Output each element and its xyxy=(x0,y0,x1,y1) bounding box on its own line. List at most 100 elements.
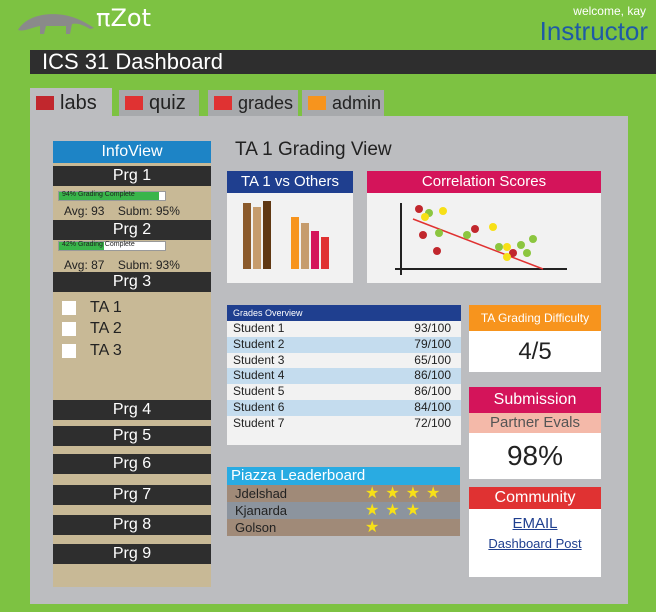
avg-score: Avg: 87 xyxy=(64,258,105,272)
quiz-swatch-icon xyxy=(125,96,143,110)
admin-swatch-icon xyxy=(308,96,326,110)
labs-swatch-icon xyxy=(36,96,54,110)
ta-vs-others-card[interactable]: TA 1 vs Others xyxy=(227,171,353,283)
star-icon: ★ xyxy=(365,484,380,502)
role-label: Instructor xyxy=(539,16,648,46)
ta-label: TA 3 xyxy=(90,342,122,359)
student-name: Student 6 xyxy=(233,399,285,414)
tab-label: grades xyxy=(238,92,294,113)
program-item-4[interactable]: Prg 4 xyxy=(53,400,211,420)
piazza-leaderboard-header: Piazza Leaderboard xyxy=(227,467,460,485)
card-title: Correlation Scores xyxy=(367,171,601,193)
leaderboard-row[interactable]: Kjanarda ★ ★ ★ xyxy=(227,502,460,519)
grades-overview-table: Grades Overview Student 1 93/100 Student … xyxy=(227,305,461,445)
program-item-8[interactable]: Prg 8 xyxy=(53,515,211,535)
star-icon: ★ xyxy=(365,518,380,536)
leader-name: Golson xyxy=(235,520,277,535)
student-score: 72/100 xyxy=(414,415,451,430)
card-title: TA Grading Difficulty xyxy=(469,305,601,331)
ta-grading-difficulty-card: TA Grading Difficulty 4/5 xyxy=(469,305,601,372)
brand-name: πZot xyxy=(96,4,151,32)
ta-label: TA 2 xyxy=(90,320,122,337)
program-item-6[interactable]: Prg 6 xyxy=(53,454,211,474)
difficulty-value: 4/5 xyxy=(518,338,552,365)
student-name: Student 2 xyxy=(233,336,285,351)
tab-quiz[interactable]: quiz xyxy=(119,90,199,116)
tab-labs[interactable]: labs xyxy=(30,88,112,118)
card-title: TA 1 vs Others xyxy=(227,171,353,193)
card-subtitle: Partner Evals xyxy=(469,413,601,433)
student-name: Student 4 xyxy=(233,368,285,383)
tab-label: labs xyxy=(60,91,97,114)
program-item-2[interactable]: Prg 2 xyxy=(53,220,211,240)
program-item-3[interactable]: Prg 3 xyxy=(53,272,211,292)
table-row[interactable]: Student 2 79/100 xyxy=(227,336,461,353)
tab-grades[interactable]: grades xyxy=(208,90,298,116)
community-card: Community EMAIL Dashboard Post xyxy=(469,487,601,577)
table-row[interactable]: Student 3 65/100 xyxy=(227,353,461,369)
checkbox[interactable] xyxy=(62,322,76,336)
student-score: 86/100 xyxy=(414,368,451,383)
page-title: ICS 31 Dashboard xyxy=(30,50,656,74)
star-icon: ★ xyxy=(405,501,421,519)
grades-swatch-icon xyxy=(214,96,232,110)
leader-name: Jdelshad xyxy=(235,486,288,501)
infoview-header: InfoView xyxy=(53,141,211,163)
scatter-plot-icon xyxy=(395,203,567,275)
email-link[interactable]: EMAIL xyxy=(469,515,601,532)
leader-name: Kjanarda xyxy=(235,503,288,518)
submission-value: 98% xyxy=(506,440,564,471)
student-name: Student 7 xyxy=(233,415,285,430)
table-row[interactable]: Student 5 86/100 xyxy=(227,384,461,400)
table-row[interactable]: Student 7 72/100 xyxy=(227,416,461,432)
program-item-7[interactable]: Prg 7 xyxy=(53,485,211,505)
table-row[interactable]: Student 4 86/100 xyxy=(227,368,461,385)
submission-card: Submission Partner Evals 98% xyxy=(469,387,601,479)
ta-checkbox-row-1[interactable]: TA 1 xyxy=(62,299,122,317)
star-icon: ★ xyxy=(385,484,400,502)
bar-chart-icon xyxy=(243,201,329,269)
grading-view-title: TA 1 Grading View xyxy=(235,139,392,160)
leaderboard-row[interactable]: Jdelshad ★ ★ ★ ★ xyxy=(227,485,460,502)
avg-score: Avg: 93 xyxy=(64,204,105,218)
card-title: Submission xyxy=(469,387,601,413)
student-score: 79/100 xyxy=(414,336,451,351)
ta-checkbox-row-2[interactable]: TA 2 xyxy=(62,320,122,338)
student-name: Student 3 xyxy=(233,352,285,367)
tab-admin[interactable]: admin xyxy=(302,90,384,116)
submission-rate: Subm: 95% xyxy=(117,204,180,218)
student-score: 86/100 xyxy=(414,384,451,399)
progress-label: 42% Grading Complete xyxy=(62,241,135,248)
star-icon: ★ xyxy=(426,484,441,502)
program-item-9[interactable]: Prg 9 xyxy=(53,544,211,564)
anteater-logo-icon xyxy=(18,14,94,34)
star-icon: ★ xyxy=(405,484,421,502)
program-item-5[interactable]: Prg 5 xyxy=(53,426,211,446)
grading-progress-bar-1: 94% Grading Complete xyxy=(58,191,166,201)
ta-checkbox-row-3[interactable]: TA 3 xyxy=(62,342,122,360)
star-icon: ★ xyxy=(365,501,380,519)
star-icon: ★ xyxy=(385,501,400,519)
table-row[interactable]: Student 6 84/100 xyxy=(227,399,461,416)
submission-rate: Subm: 93% xyxy=(117,258,180,272)
correlation-scores-card[interactable]: Correlation Scores xyxy=(367,171,601,283)
checkbox[interactable] xyxy=(62,301,76,315)
student-score: 84/100 xyxy=(414,399,451,414)
leaderboard-row[interactable]: Golson ★ xyxy=(227,519,460,536)
tab-label: quiz xyxy=(149,91,186,114)
student-name: Student 1 xyxy=(233,321,285,335)
program-item-1[interactable]: Prg 1 xyxy=(53,166,211,186)
progress-label: 94% Grading Complete xyxy=(62,191,135,198)
program-stats-1: Avg: 93 Subm: 95% xyxy=(64,204,180,218)
ta-label: TA 1 xyxy=(90,299,122,316)
student-score: 93/100 xyxy=(414,321,451,335)
card-title: Community xyxy=(469,487,601,509)
table-row[interactable]: Student 1 93/100 xyxy=(227,321,461,337)
table-header: Grades Overview xyxy=(227,305,461,321)
program-stats-2: Avg: 87 Subm: 93% xyxy=(64,258,180,272)
checkbox[interactable] xyxy=(62,344,76,358)
grading-progress-bar-2: 42% Grading Complete xyxy=(58,241,166,251)
tab-label: admin xyxy=(332,92,382,113)
student-score: 65/100 xyxy=(414,352,451,367)
dashboard-post-link[interactable]: Dashboard Post xyxy=(469,536,601,551)
